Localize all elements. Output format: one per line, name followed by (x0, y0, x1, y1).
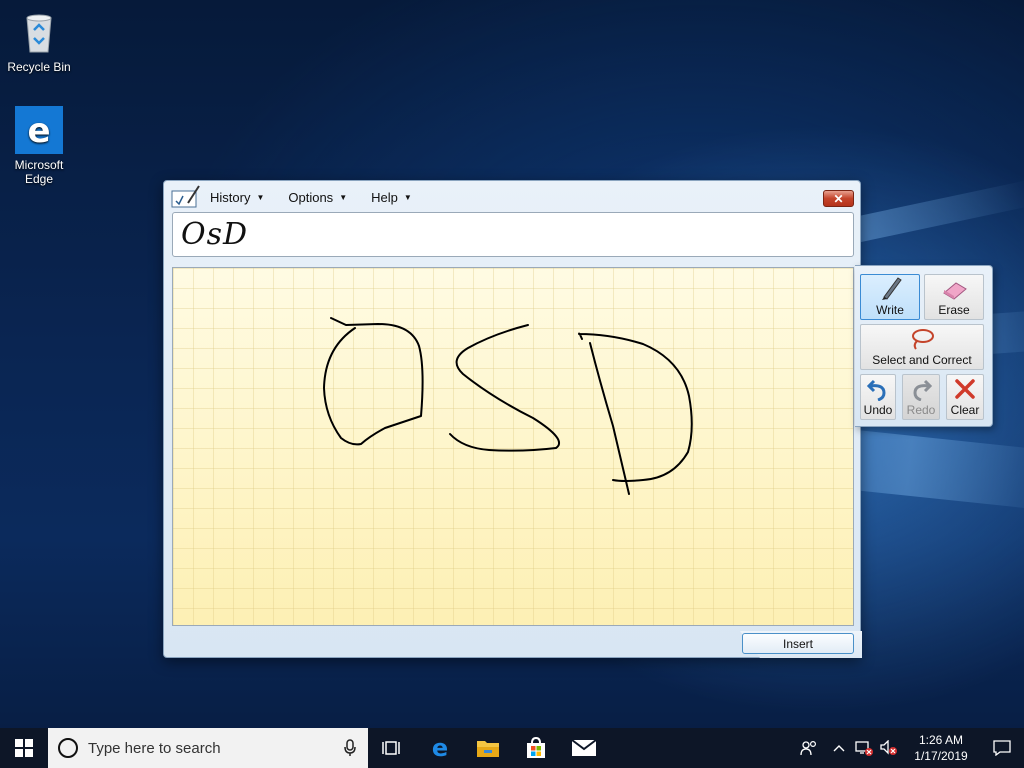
start-button[interactable] (0, 728, 48, 768)
taskbar-edge-button[interactable]: e (416, 728, 464, 768)
math-input-panel: History ▼ Options ▼ Help ▼ ✕ OsD Insert (163, 180, 862, 658)
people-button[interactable] (792, 728, 826, 768)
microphone-icon[interactable] (344, 739, 356, 757)
chevron-down-icon: ▼ (339, 192, 348, 202)
recycle-bin-icon (15, 8, 63, 56)
taskbar-file-explorer-button[interactable] (464, 728, 512, 768)
system-tray: 1:26 AM 1/17/2019 (792, 728, 1024, 768)
store-icon (527, 736, 545, 758)
chevron-down-icon: ▼ (256, 192, 265, 202)
desktop-icon-recycle-bin[interactable]: Recycle Bin (4, 8, 74, 74)
search-placeholder: Type here to search (88, 739, 221, 757)
windows-logo-icon (15, 739, 33, 757)
clear-icon (955, 379, 975, 399)
undo-icon (866, 379, 886, 401)
notification-icon (993, 740, 1011, 756)
erase-button[interactable]: Erase (924, 274, 984, 320)
handwriting-strokes (323, 317, 693, 495)
clock[interactable]: 1:26 AM 1/17/2019 (902, 732, 980, 764)
recognized-text-preview: OsD (172, 212, 854, 257)
file-explorer-icon (477, 741, 499, 757)
task-view-button[interactable] (368, 728, 416, 768)
desktop-icon-label: Recycle Bin (7, 60, 71, 74)
undo-button[interactable]: Undo (860, 374, 896, 420)
desktop-icon-label: Microsoft Edge (14, 158, 64, 186)
network-button[interactable] (852, 728, 876, 768)
cortana-icon (58, 738, 78, 758)
network-disconnected-icon (855, 741, 873, 756)
action-center-button[interactable] (980, 728, 1024, 768)
desktop-icon-edge[interactable]: e Microsoft Edge (4, 106, 74, 186)
lasso-icon (912, 329, 934, 350)
taskbar-mail-button[interactable] (560, 728, 608, 768)
svg-text:e: e (432, 736, 448, 760)
redo-icon (913, 379, 933, 401)
clock-time: 1:26 AM (918, 733, 964, 747)
edge-icon: e (432, 736, 448, 760)
people-icon (800, 740, 817, 756)
close-button[interactable]: ✕ (823, 190, 854, 207)
ink-stroke-d-bow (578, 332, 693, 482)
writing-area[interactable] (172, 267, 854, 626)
close-icon: ✕ (833, 191, 844, 206)
ink-stroke-d-stem (589, 342, 630, 495)
show-hidden-icons-button[interactable] (826, 728, 852, 768)
ink-stroke-o (323, 317, 424, 446)
tools-panel: Write Erase Select and Correct Undo Redo (855, 265, 993, 427)
select-and-correct-button[interactable]: Select and Correct (860, 324, 984, 370)
taskbar-store-button[interactable] (512, 728, 560, 768)
chevron-up-icon (833, 745, 845, 752)
menu-options[interactable]: Options ▼ (288, 190, 347, 205)
eraser-icon (943, 282, 967, 300)
svg-text:e: e (27, 111, 50, 151)
redo-button[interactable]: Redo (902, 374, 940, 420)
math-input-panel-icon (170, 185, 200, 209)
volume-muted-icon (880, 740, 897, 755)
write-button[interactable]: Write (860, 274, 920, 320)
menu-help[interactable]: Help ▼ (371, 190, 412, 205)
ink-stroke-s (449, 324, 561, 452)
mail-icon (571, 739, 597, 756)
menu-bar: History ▼ Options ▼ Help ▼ (170, 185, 436, 209)
taskbar: Type here to search e 1:26 AM 1/17/2019 (0, 728, 1024, 768)
clock-date: 1/17/2019 (914, 749, 968, 763)
edge-icon: e (15, 106, 63, 154)
chevron-down-icon: ▼ (403, 192, 412, 202)
insert-button[interactable]: Insert (742, 633, 854, 654)
taskbar-search-box[interactable]: Type here to search (48, 728, 368, 768)
volume-button[interactable] (876, 728, 902, 768)
clear-button[interactable]: Clear (946, 374, 984, 420)
pen-icon (882, 277, 902, 300)
menu-history[interactable]: History ▼ (210, 190, 264, 205)
task-view-icon (382, 741, 400, 755)
